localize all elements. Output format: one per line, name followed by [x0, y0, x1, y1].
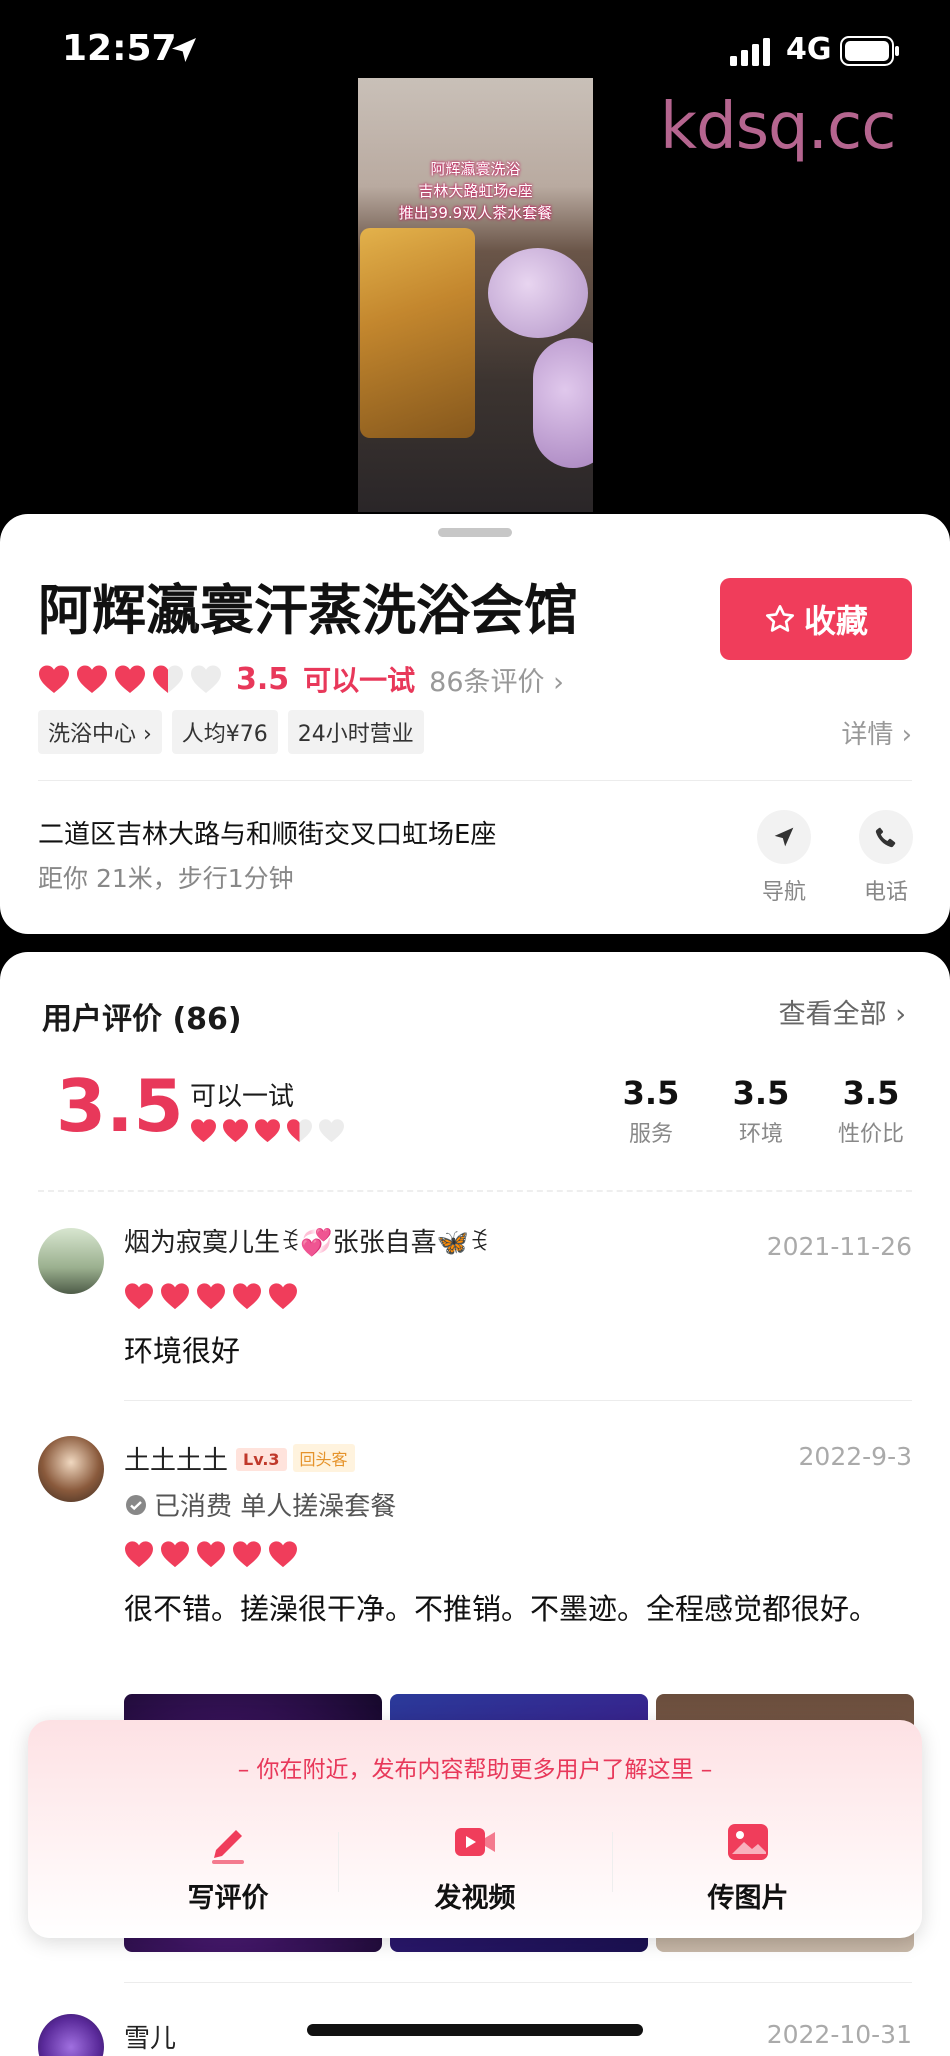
video-camera-icon	[455, 1828, 495, 1856]
navigation-icon	[774, 827, 794, 847]
navigate-label: 导航	[761, 880, 806, 905]
divider	[338, 1832, 339, 1892]
repeat-customer-badge: 回头客	[292, 1444, 355, 1472]
favorite-label: 收藏	[803, 603, 868, 639]
video-caption: 阿辉瀛寰洗浴 吉林大路虹场e座 推出39.9双人茶水套餐	[398, 160, 553, 222]
favorite-button[interactable]: 收藏	[720, 578, 912, 660]
post-video-button[interactable]: 发视频	[375, 1816, 575, 1915]
heart-icon	[197, 1541, 225, 1568]
shop-tags: 洗浴中心 › 人均¥76 24小时营业	[38, 710, 424, 754]
heart-icon	[125, 1283, 153, 1310]
rating-verdict: 可以一试	[303, 664, 416, 697]
star-icon	[765, 605, 794, 632]
review-hearts	[124, 1282, 298, 1310]
heart-icon	[153, 665, 183, 693]
heart-icon	[191, 665, 221, 693]
review-text: 很不错。搓澡很干净。不推销。不墨迹。全程感觉都很好。	[124, 1592, 879, 1626]
heart-icon	[223, 1119, 248, 1143]
status-time: 12:57	[62, 28, 177, 69]
heart-icon	[115, 665, 145, 693]
heart-icon	[269, 1283, 297, 1310]
details-link[interactable]: 详情 ›	[841, 714, 912, 751]
signal-icon	[730, 38, 770, 66]
reviewer-name[interactable]: 雪儿	[124, 2018, 176, 2055]
review-hearts	[124, 1540, 298, 1568]
sub-score-value: 3.5 性价比	[837, 1074, 904, 1147]
reviewer-name[interactable]: 烟为寂寞儿生ꉂ💞张张自喜🦋ꉂ	[124, 1222, 489, 1259]
shop-info-card: 阿辉瀛寰汗蒸洗浴会馆 收藏 3.5 可以一试 86条评价 › 洗浴中心 › 人均…	[0, 514, 950, 934]
divider	[612, 1832, 613, 1892]
level-badge: Lv.3	[236, 1448, 287, 1471]
overall-verdict: 可以一试	[190, 1082, 295, 1112]
heart-icon	[233, 1541, 261, 1568]
review-date: 2022-9-3	[798, 1442, 912, 1471]
shop-distance: 距你 21米，步行1分钟	[38, 864, 294, 893]
reviewer-name-row: 土土土土 Lv.3 回头客	[124, 1440, 355, 1477]
navigate-button[interactable]: 导航	[744, 810, 824, 906]
heart-icon	[269, 1541, 297, 1568]
heart-icon	[77, 665, 107, 693]
rating-score: 3.5	[236, 661, 290, 697]
shop-video[interactable]: 阿辉瀛寰洗浴 吉林大路虹场e座 推出39.9双人茶水套餐	[358, 78, 593, 512]
verified-check-icon	[126, 1494, 146, 1515]
overall-score: 3.5	[56, 1064, 184, 1148]
divider	[38, 1190, 912, 1192]
see-all-link[interactable]: 查看全部 ›	[779, 992, 906, 1031]
heart-icon	[197, 1283, 225, 1310]
review-date: 2022-10-31	[766, 2020, 912, 2049]
post-prompt: – 你在附近，发布内容帮助更多用户了解这里 –	[237, 1757, 713, 1783]
avatar[interactable]	[38, 1228, 104, 1294]
battery-icon	[840, 36, 899, 66]
divider	[38, 780, 912, 781]
post-content-sheet: – 你在附近，发布内容帮助更多用户了解这里 – 写评价 发视频 传图片	[28, 1720, 922, 1938]
shop-address[interactable]: 二道区吉林大路与和顺街交叉口虹场E座	[38, 814, 496, 851]
heart-icon	[125, 1541, 153, 1568]
phone-label: 电话	[863, 880, 908, 905]
home-indicator[interactable]	[307, 2024, 643, 2036]
tea-pot	[360, 228, 475, 438]
drag-handle[interactable]	[438, 528, 512, 537]
review-count-link[interactable]: 86条评价 ›	[429, 660, 564, 699]
tag-price: 人均¥76	[171, 710, 278, 754]
review-text: 环境很好	[124, 1334, 241, 1368]
location-arrow-icon	[172, 38, 196, 62]
heart-icon	[39, 665, 69, 693]
heart-icon	[287, 1119, 312, 1143]
upload-photo-button[interactable]: 传图片	[648, 1816, 848, 1915]
phone-button[interactable]: 电话	[846, 810, 926, 906]
image-icon	[728, 1824, 768, 1860]
cup	[488, 248, 588, 338]
cup	[533, 338, 593, 468]
reviewer-name[interactable]: 土土土土	[124, 1446, 228, 1476]
network-label: 4G	[786, 32, 832, 67]
rating-hearts	[38, 664, 222, 694]
tag-category[interactable]: 洗浴中心 ›	[38, 710, 162, 754]
summary-hearts	[190, 1118, 345, 1143]
divider	[124, 1982, 912, 1983]
heart-icon	[161, 1541, 189, 1568]
shop-title: 阿辉瀛寰汗蒸洗浴会馆	[38, 579, 578, 642]
rating-row[interactable]: 3.5 可以一试 86条评价 ›	[38, 654, 564, 704]
pencil-icon	[212, 1830, 244, 1864]
write-review-button[interactable]: 写评价	[128, 1816, 328, 1915]
heart-icon	[319, 1119, 344, 1143]
heart-icon	[233, 1283, 261, 1310]
reviews-heading: 用户评价 (86)	[42, 1002, 242, 1037]
sub-score-service: 3.5 服务	[622, 1074, 680, 1147]
consumed-info: 已消费 单人搓澡套餐	[124, 1486, 396, 1523]
heart-icon	[161, 1283, 189, 1310]
watermark: kdsq.cc	[660, 90, 896, 164]
tag-hours: 24小时营业	[287, 710, 424, 754]
avatar[interactable]	[38, 1436, 104, 1502]
heart-icon	[255, 1119, 280, 1143]
phone-icon	[875, 827, 896, 848]
heart-icon	[191, 1119, 216, 1143]
sub-score-environment: 3.5 环境	[732, 1074, 790, 1147]
divider	[124, 1400, 912, 1401]
review-date: 2021-11-26	[766, 1232, 912, 1261]
